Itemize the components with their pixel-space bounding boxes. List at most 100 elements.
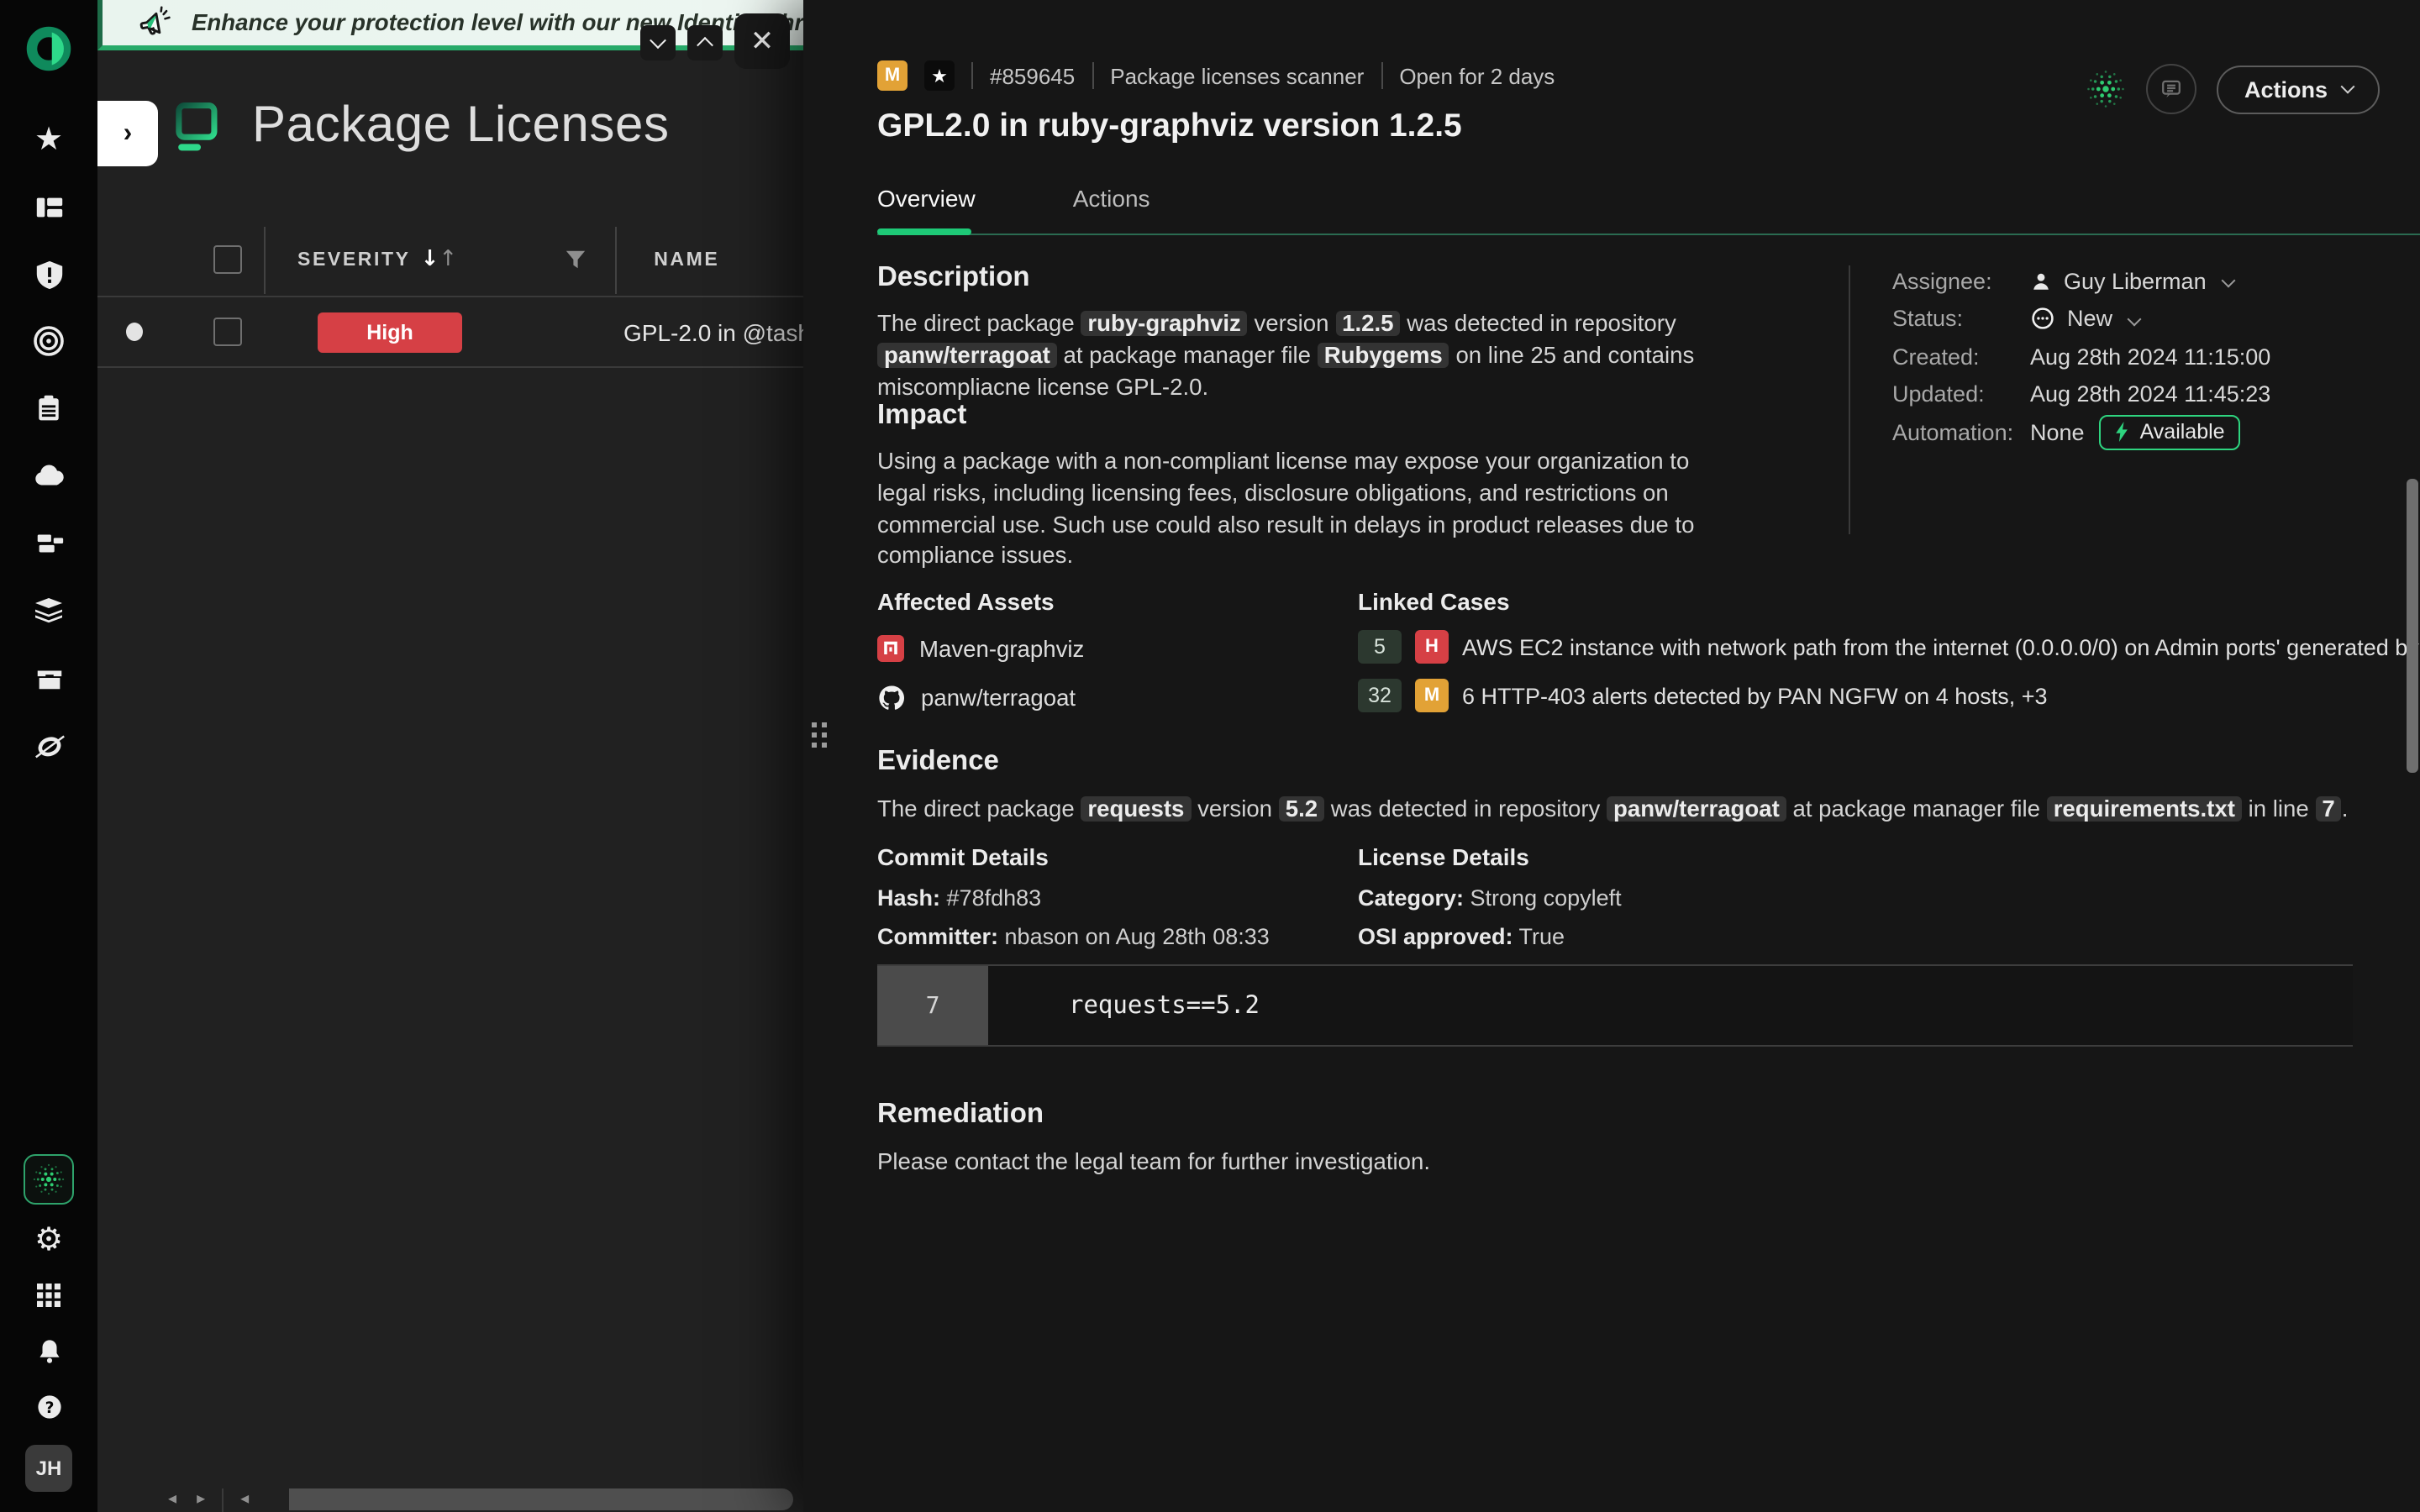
- banner-prev-button[interactable]: [640, 25, 676, 60]
- drawer-resize-handle[interactable]: [812, 722, 827, 748]
- target-icon[interactable]: [15, 307, 82, 375]
- settings-gear-icon[interactable]: ⚙: [22, 1213, 76, 1267]
- code-snippet: 7 requests==5.2: [877, 964, 2353, 1047]
- asset-item[interactable]: panw/terragoat: [877, 682, 1084, 712]
- page-title: Package Licenses: [252, 97, 670, 155]
- notifications-bell-icon[interactable]: [22, 1324, 76, 1378]
- assignee-dropdown[interactable]: Guy Liberman: [2030, 268, 2233, 293]
- evidence-heading: Evidence: [877, 746, 2390, 778]
- code-line: requests==5.2: [988, 966, 1260, 1045]
- status-label: Status:: [1892, 306, 2030, 331]
- linked-case-item[interactable]: 32 M 6 HTTP-403 alerts detected by PAN N…: [1358, 679, 2420, 712]
- maven-package-icon: [877, 635, 904, 662]
- severity-medium-badge: M: [877, 60, 908, 91]
- severity-column-header[interactable]: SEVERITY: [297, 249, 411, 270]
- app-window: ★: [0, 0, 2420, 1512]
- status-new-icon: [2030, 306, 2055, 331]
- case-count-badge: 5: [1358, 630, 1402, 664]
- actions-button[interactable]: Actions: [2217, 65, 2380, 113]
- divider: [1092, 62, 1093, 89]
- sidebar: ★: [0, 0, 97, 1512]
- package-licenses-logo-icon: [173, 100, 222, 152]
- chevron-right-icon: ›: [124, 118, 133, 149]
- created-label: Created:: [1892, 344, 2030, 369]
- inventory-blocks-icon[interactable]: [15, 509, 82, 576]
- active-tab-indicator: [877, 228, 971, 235]
- commit-details-heading: Commit Details: [877, 843, 1270, 870]
- severity-high-chip: H: [1415, 630, 1449, 664]
- cloud-icon[interactable]: [15, 442, 82, 509]
- chevron-down-icon: [2341, 80, 2355, 94]
- scroll-left-icon[interactable]: ◂: [158, 1490, 187, 1509]
- automation-value: None: [2030, 419, 2085, 444]
- apps-grid-icon[interactable]: [22, 1268, 76, 1322]
- close-icon: ✕: [750, 24, 775, 58]
- ai-sonar-icon[interactable]: [24, 1154, 74, 1205]
- filter-funnel-icon[interactable]: [565, 249, 587, 270]
- github-icon: [877, 683, 906, 711]
- updated-value: Aug 28th 2024 11:45:23: [2030, 381, 2270, 407]
- compliance-clipboard-icon[interactable]: [15, 375, 82, 442]
- license-osi: OSI approved: True: [1358, 924, 1622, 948]
- case-age: Open for 2 days: [1399, 63, 1555, 88]
- chevron-down-icon: [2128, 312, 2142, 326]
- automation-available-button[interactable]: Available: [2100, 414, 2240, 449]
- vertical-scrollbar-thumb[interactable]: [2407, 479, 2418, 773]
- remediation-text: Please contact the legal team for furthe…: [877, 1147, 1430, 1179]
- severity-badge: High: [318, 312, 462, 352]
- select-all-checkbox[interactable]: [213, 245, 242, 274]
- linked-case-item[interactable]: 5 H AWS EC2 instance with network path f…: [1358, 630, 2420, 664]
- case-detail-drawer: M ★ #859645 Package licenses scanner Ope…: [803, 0, 2420, 1512]
- help-icon[interactable]: ?: [22, 1379, 76, 1433]
- layers-icon[interactable]: [15, 576, 82, 643]
- case-count-badge: 32: [1358, 679, 1402, 712]
- scrollbar-thumb[interactable]: [289, 1488, 793, 1510]
- commit-committer: Committer: nbason on Aug 28th 08:33: [877, 924, 1270, 948]
- automation-label: Automation:: [1892, 419, 2030, 444]
- name-column-header[interactable]: NAME: [654, 249, 719, 270]
- sort-icon[interactable]: ↓↑: [421, 247, 458, 272]
- status-dropdown[interactable]: New: [2030, 306, 2139, 331]
- dashboard-icon[interactable]: [15, 173, 82, 240]
- column-divider: [264, 226, 266, 293]
- user-avatar[interactable]: JH: [25, 1445, 72, 1492]
- archive-icon[interactable]: [15, 643, 82, 711]
- impact-text: Using a package with a non-compliant lic…: [877, 447, 1738, 573]
- shift-left-icon[interactable]: [15, 711, 82, 778]
- comments-button[interactable]: [2147, 64, 2197, 114]
- case-source: Package licenses scanner: [1110, 63, 1364, 88]
- banner-next-button[interactable]: [687, 25, 723, 60]
- code-line-number: 7: [877, 966, 988, 1045]
- star-toggle[interactable]: ★: [924, 60, 955, 91]
- remediation-heading: Remediation: [877, 1099, 1430, 1131]
- ai-sonar-icon[interactable]: [2086, 69, 2127, 109]
- chat-icon: [2160, 77, 2184, 101]
- evidence-text: The direct package requests version 5.2 …: [877, 795, 2390, 827]
- megaphone-icon: [136, 4, 173, 41]
- unread-dot: [126, 323, 143, 341]
- scrollbar-divider: [222, 1488, 224, 1511]
- banner-close-button[interactable]: ✕: [734, 13, 790, 69]
- created-value: Aug 28th 2024 11:15:00: [2030, 344, 2270, 369]
- license-category: Category: Strong copyleft: [1358, 885, 1622, 909]
- case-info-panel: Assignee: Guy Liberman Status: New Creat…: [1892, 269, 2270, 444]
- tab-overview[interactable]: Overview: [877, 185, 976, 232]
- asset-item[interactable]: Maven-graphviz: [877, 633, 1084, 664]
- tab-actions[interactable]: Actions: [1073, 185, 1150, 232]
- shield-alert-icon[interactable]: [15, 240, 82, 307]
- linked-cases-heading: Linked Cases: [1358, 588, 2420, 615]
- row-checkbox[interactable]: [213, 318, 242, 346]
- case-id: #859645: [990, 63, 1075, 88]
- divider: [971, 62, 973, 89]
- orca-logo[interactable]: [24, 24, 74, 74]
- sidebar-expand-button[interactable]: ›: [97, 101, 158, 166]
- person-icon: [2030, 270, 2052, 291]
- tab-underline: [877, 234, 2420, 235]
- scroll-right-icon[interactable]: ▸: [187, 1490, 215, 1509]
- severity-medium-chip: M: [1415, 679, 1449, 712]
- description-text: The direct package ruby-graphviz version…: [877, 309, 1726, 404]
- favorites-star-icon[interactable]: ★: [15, 106, 82, 173]
- chevron-up-icon: [697, 37, 713, 54]
- scroll-left-icon[interactable]: ◂: [230, 1490, 259, 1509]
- column-divider: [615, 226, 617, 293]
